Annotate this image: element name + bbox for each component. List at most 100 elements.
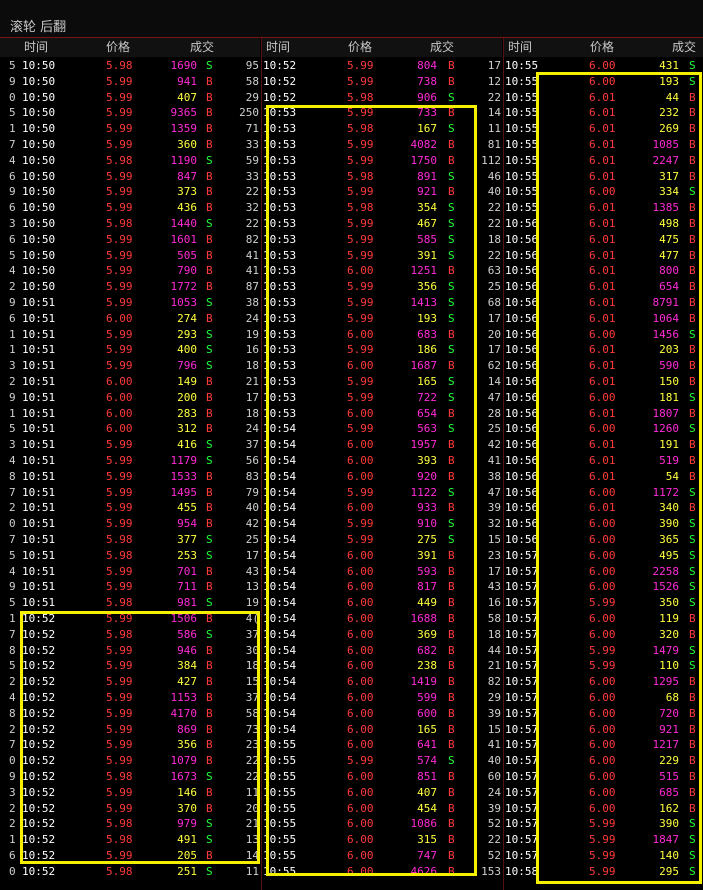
- tick-count: 250: [239, 106, 259, 120]
- prev-count: 2: [9, 375, 16, 388]
- tick-time: 10:55: [505, 138, 539, 151]
- prev-count: 1: [9, 833, 16, 847]
- tick-row[interactable]: 3 10:50 5.98 1440 S 22: [0, 216, 261, 232]
- tick-row[interactable]: 2 10:50 5.99 1772 B 87: [0, 279, 261, 295]
- prev-count: 6: [9, 849, 16, 862]
- tick-time: 10:57: [505, 548, 539, 562]
- tick-volume: 274: [177, 311, 197, 325]
- tick-volume: 1053: [170, 296, 198, 309]
- tick-row[interactable]: 0 10:52 5.98 251 S 11: [0, 864, 261, 880]
- tick-price: 5.98: [106, 533, 133, 546]
- tick-count: 58: [245, 74, 259, 88]
- prev-count: 7: [9, 485, 16, 499]
- tick-count: 71: [245, 122, 259, 136]
- tick-row[interactable]: 2 10:51 5.99 455 B 40: [0, 500, 261, 516]
- tick-volume: 738: [417, 74, 437, 88]
- tick-row[interactable]: 10:52 5.99 804 B 17: [262, 58, 503, 74]
- tick-count: 52: [487, 817, 501, 831]
- tick-volume: 455: [177, 501, 197, 515]
- tick-row[interactable]: 5 10:51 5.98 981 S 19: [0, 595, 261, 611]
- tick-row[interactable]: 0 10:51 5.99 954 B 42: [0, 516, 261, 532]
- tick-side: B: [206, 280, 213, 294]
- tick-row[interactable]: 6 10:50 5.99 1601 B 82: [0, 232, 261, 248]
- tick-side: S: [206, 548, 213, 562]
- tick-count: 59: [245, 153, 259, 167]
- tick-time: 10:56: [505, 280, 539, 294]
- tick-row[interactable]: 10:52 5.99 738 B 12: [262, 74, 503, 90]
- tick-row[interactable]: 1 10:50 5.99 1359 B 71: [0, 121, 261, 137]
- tick-row[interactable]: 2 10:51 6.00 149 B 21: [0, 374, 261, 390]
- prev-count: 2: [9, 722, 16, 736]
- prev-count: 9: [9, 185, 16, 199]
- tick-price: 5.99: [106, 438, 133, 452]
- tick-time: 10:50: [22, 264, 56, 278]
- tick-row[interactable]: 5 10:50 5.98 1690 S 95: [0, 58, 261, 74]
- tick-side: S: [206, 359, 213, 373]
- tick-volume: 1495: [170, 485, 198, 499]
- tick-row[interactable]: 4 10:50 5.99 790 B 41: [0, 263, 261, 279]
- tick-count: 12: [487, 74, 501, 88]
- tick-row[interactable]: 4 10:51 5.99 1179 S 56: [0, 453, 261, 469]
- tick-count: 22: [487, 833, 501, 847]
- tick-side: B: [206, 390, 213, 404]
- prev-count: 3: [9, 438, 16, 452]
- tick-count: 39: [487, 706, 501, 720]
- tick-side: B: [206, 232, 213, 246]
- tick-row[interactable]: 1 10:51 5.99 293 S 19: [0, 327, 261, 343]
- tick-time: 10:56: [505, 501, 539, 515]
- tick-row[interactable]: 5 10:51 5.98 253 S 17: [0, 548, 261, 564]
- tick-row[interactable]: 5 10:50 5.99 9365 B 250: [0, 105, 261, 121]
- tick-side: B: [448, 74, 455, 88]
- tick-price: 5.98: [106, 596, 133, 610]
- tick-row[interactable]: 4 10:51 5.99 701 B 43: [0, 564, 261, 580]
- tick-row[interactable]: 9 10:51 6.00 200 B 17: [0, 390, 261, 406]
- tick-row[interactable]: 10:52 5.98 906 S 22: [262, 90, 503, 106]
- tick-count: 24: [245, 422, 259, 436]
- tick-row[interactable]: 1 10:51 5.99 400 S 16: [0, 342, 261, 358]
- prev-count: 9: [9, 390, 16, 404]
- tick-row[interactable]: 8 10:51 5.99 1533 B 83: [0, 469, 261, 485]
- tick-count: 29: [245, 90, 259, 104]
- prev-count: 7: [9, 738, 16, 752]
- tick-price: 5.99: [106, 517, 133, 531]
- tick-time: 10:57: [505, 596, 539, 610]
- tick-row[interactable]: 9 10:50 5.99 373 B 22: [0, 184, 261, 200]
- tick-time: 10:57: [505, 722, 539, 736]
- tick-time: 10:57: [505, 564, 539, 578]
- tick-count: 24: [487, 785, 501, 799]
- tick-price: 5.99: [106, 296, 133, 309]
- tick-time: 10:57: [505, 675, 539, 689]
- tick-price: 5.98: [106, 59, 133, 72]
- tick-row[interactable]: 6 10:50 5.99 436 B 32: [0, 200, 261, 216]
- tick-row[interactable]: 1 10:51 6.00 283 B 18: [0, 406, 261, 422]
- tick-time: 10:51: [22, 422, 56, 436]
- tick-row[interactable]: 6 10:51 6.00 274 B 24: [0, 311, 261, 327]
- tick-row[interactable]: 3 10:51 5.99 416 S 37: [0, 437, 261, 453]
- tick-volume: 1690: [170, 59, 198, 72]
- tick-row[interactable]: 9 10:50 5.99 941 B 58: [0, 74, 261, 90]
- tick-row[interactable]: 9 10:51 5.99 1053 S 38: [0, 295, 261, 311]
- tick-price: 5.99: [106, 169, 133, 183]
- tick-volume: 1440: [170, 217, 198, 230]
- tick-row[interactable]: 4 10:50 5.98 1190 S 59: [0, 153, 261, 169]
- tick-volume: 149: [177, 375, 197, 388]
- tick-row[interactable]: 7 10:51 5.98 377 S 25: [0, 532, 261, 548]
- tick-row[interactable]: 9 10:51 5.99 711 B 13: [0, 579, 261, 595]
- tick-row[interactable]: 7 10:51 5.99 1495 B 79: [0, 485, 261, 501]
- tick-volume: 360: [177, 138, 197, 151]
- tick-count: 14: [487, 106, 501, 120]
- tick-row[interactable]: 0 10:50 5.99 407 B 29: [0, 90, 261, 106]
- tick-row[interactable]: 3 10:51 5.99 796 S 18: [0, 358, 261, 374]
- tick-side: S: [206, 327, 213, 341]
- tick-volume: 711: [177, 580, 197, 594]
- tick-time: 10:50: [22, 232, 56, 246]
- tick-row[interactable]: 5 10:50 5.99 505 B 41: [0, 248, 261, 264]
- tick-side: S: [448, 90, 455, 104]
- tick-side: B: [206, 406, 213, 420]
- tick-count: 40: [245, 501, 259, 515]
- tick-time: 10:51: [22, 564, 56, 578]
- tick-row[interactable]: 6 10:50 5.99 847 B 33: [0, 169, 261, 185]
- tick-time: 10:56: [505, 375, 539, 388]
- tick-row[interactable]: 7 10:50 5.99 360 B 33: [0, 137, 261, 153]
- tick-row[interactable]: 5 10:51 6.00 312 B 24: [0, 421, 261, 437]
